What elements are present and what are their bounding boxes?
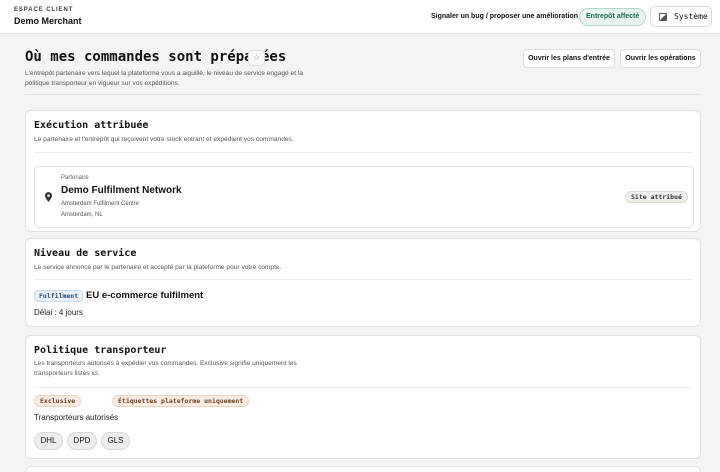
execution-card: Exécution attribuée Le partenaire et l'e… — [25, 110, 701, 232]
service-name: EU e-commerce fulfilment — [86, 290, 204, 301]
execution-description: Le partenaire et l'entrepôt qui reçoiven… — [34, 136, 294, 143]
allowed-carriers-label: Transporteurs autorisés — [34, 413, 119, 422]
delay-value: 4 jours — [58, 308, 83, 317]
delay-label: Délai : — [34, 308, 57, 317]
carrier-policy-description: Les transporteurs autorisés à expédier v… — [34, 360, 297, 377]
open-inbound-plans-button[interactable]: Ouvrir les plans d'entrée — [523, 49, 615, 68]
card-divider — [34, 152, 692, 153]
exclusive-badge: Exclusive — [34, 395, 82, 407]
execution-title: Exécution attribuée — [34, 120, 149, 131]
card-divider — [34, 387, 692, 388]
theme-toggle-button[interactable]: Système — [650, 6, 712, 27]
carrier-chip-gls[interactable]: GLS — [101, 432, 130, 450]
carrier-policy-title: Politique transporteur — [34, 345, 167, 356]
contrast-icon — [659, 13, 667, 21]
map-pin-icon — [45, 192, 52, 202]
star-icon[interactable]: ☆ — [248, 50, 265, 66]
carrier-policy-card: Politique transporteur Les transporteurs… — [25, 335, 701, 459]
delay-row: Délai : 4 jours — [34, 308, 83, 317]
header-divider — [25, 94, 701, 95]
site-assigned-badge: Site attribué — [625, 191, 688, 203]
service-level-card: Niveau de service Le service annoncé par… — [25, 238, 701, 327]
top-bar: ESPACE CLIENT Demo Merchant Signaler un … — [0, 0, 720, 34]
report-bug-link[interactable]: Signaler un bug / proposer une améliorat… — [431, 13, 578, 20]
page-description: L'entrepôt partenaire vers lequel la pla… — [25, 70, 304, 87]
service-description: Le service annoncé par le partenaire et … — [34, 264, 282, 271]
site-name: Amsterdam Fulfilment Centre — [61, 201, 140, 207]
carrier-chip-dhl[interactable]: DHL — [34, 432, 63, 450]
site-location: Amsterdam, NL — [61, 212, 103, 218]
warehouse-status-badge: Entrepôt affecté — [579, 8, 647, 26]
merchant-name: Demo Merchant — [14, 16, 82, 26]
next-card — [25, 466, 701, 472]
partner-name: Demo Fulfilment Network — [61, 185, 182, 196]
carrier-chip-dpd[interactable]: DPD — [67, 432, 97, 450]
brand-subtitle: ESPACE CLIENT — [14, 7, 74, 13]
platform-labels-badge: Étiquettes plateforme uniquement — [112, 395, 250, 407]
open-operations-button[interactable]: Ouvrir les opérations — [620, 49, 701, 68]
service-title: Niveau de service — [34, 248, 137, 259]
partner-box: Partenaire Demo Fulfilment Network Amste… — [34, 166, 694, 228]
card-divider — [34, 279, 692, 280]
service-type-badge: Fulfilment — [34, 290, 84, 302]
partner-label: Partenaire — [61, 175, 89, 181]
theme-toggle-label: Système — [674, 12, 708, 21]
